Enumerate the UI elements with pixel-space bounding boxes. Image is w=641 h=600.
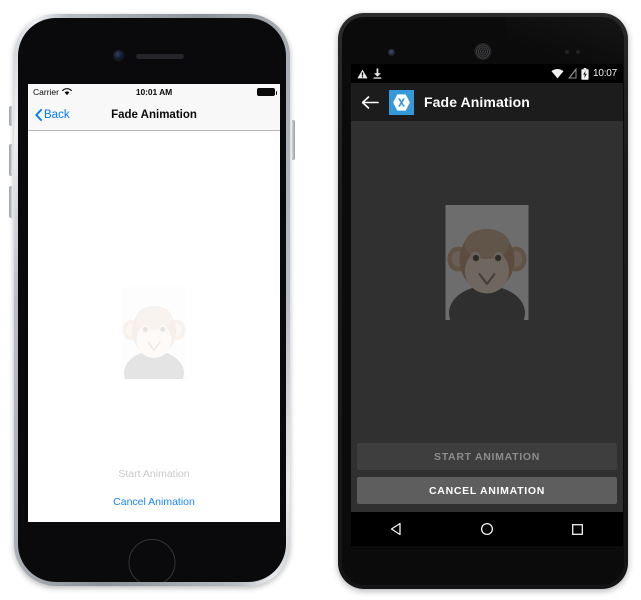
ios-cancel-animation-button[interactable]: Cancel Animation (113, 496, 195, 508)
ios-screen: Carrier 10:01 AM Back Fade Animation Sta… (28, 84, 280, 522)
no-signal-icon (567, 68, 577, 79)
download-icon (373, 68, 382, 79)
bezel-glare (505, 17, 624, 69)
iphone-power-button[interactable] (292, 120, 295, 160)
screenshot-stage: Carrier 10:01 AM Back Fade Animation Sta… (0, 0, 641, 600)
android-start-animation-button[interactable]: START ANIMATION (357, 443, 617, 470)
android-cancel-animation-button[interactable]: CANCEL ANIMATION (357, 477, 617, 504)
android-screen: 10:07 Fade Animation START ANIMATION CAN… (351, 64, 623, 546)
android-action-buttons: START ANIMATION CANCEL ANIMATION (351, 443, 623, 504)
warning-triangle-icon (357, 69, 368, 78)
ios-navigation-bar: Back Fade Animation (28, 100, 280, 131)
monkey-image (121, 287, 187, 379)
nav-home-circle-icon[interactable] (467, 522, 507, 536)
earpiece-speaker-icon (474, 43, 492, 60)
back-triangle-glyph (391, 522, 401, 536)
ios-monkey-image-container (121, 287, 187, 379)
ios-content-area: Start Animation Cancel Animation (28, 131, 280, 522)
monkey-image (445, 205, 529, 320)
recents-square-glyph (572, 523, 584, 535)
battery-full-icon (257, 88, 277, 96)
nav-back-triangle-icon[interactable] (376, 522, 416, 536)
iphone-device-frame: Carrier 10:01 AM Back Fade Animation Sta… (9, 14, 295, 586)
iphone-home-button[interactable] (128, 539, 176, 582)
arrow-left-icon[interactable] (361, 95, 379, 110)
android-bezel: 10:07 Fade Animation START ANIMATION CAN… (342, 17, 624, 585)
android-status-notifications (357, 68, 382, 79)
home-circle-glyph (480, 522, 494, 536)
iphone-volume-down-button[interactable] (9, 186, 12, 218)
iphone-mute-switch[interactable] (9, 106, 12, 126)
front-camera-icon (388, 49, 395, 56)
proximity-sensor-icon (565, 50, 580, 54)
android-clock: 10:07 (592, 68, 617, 79)
ios-clock: 10:01 AM (135, 87, 173, 97)
android-status-system-icons: 10:07 (551, 67, 617, 80)
xamarin-hexagon-icon (393, 93, 410, 111)
ios-start-animation-button[interactable]: Start Animation (118, 468, 189, 480)
ios-page-title: Fade Animation (111, 109, 197, 121)
android-status-bar: 10:07 (351, 64, 623, 83)
wifi-icon (551, 68, 564, 78)
android-page-title: Fade Animation (424, 94, 530, 110)
ios-status-bar: Carrier 10:01 AM (28, 84, 280, 100)
nav-recents-square-icon[interactable] (558, 523, 598, 536)
android-device-frame: 10:07 Fade Animation START ANIMATION CAN… (338, 13, 628, 589)
android-content-area: START ANIMATION CANCEL ANIMATION (351, 121, 623, 512)
earpiece-speaker-icon (136, 54, 184, 59)
ios-action-buttons: Start Animation Cancel Animation (28, 468, 280, 508)
battery-charging-icon (581, 67, 589, 80)
iphone-bezel: Carrier 10:01 AM Back Fade Animation Sta… (18, 18, 286, 582)
android-navigation-bar (351, 512, 623, 546)
iphone-volume-up-button[interactable] (9, 144, 12, 176)
front-camera-icon (114, 51, 123, 60)
android-toolbar: Fade Animation (351, 83, 623, 121)
xamarin-logo-icon (389, 89, 414, 115)
android-monkey-image-container (445, 205, 529, 320)
